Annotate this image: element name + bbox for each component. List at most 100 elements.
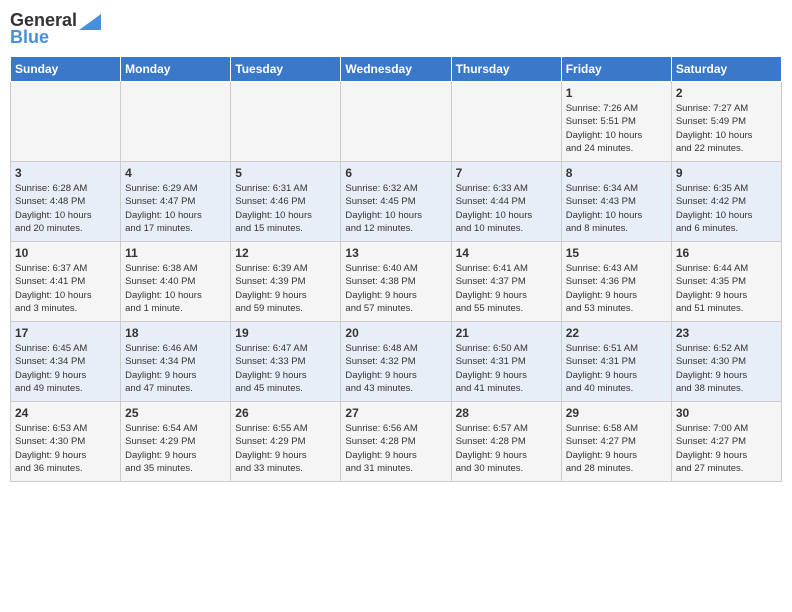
day-number: 2 bbox=[676, 86, 777, 100]
day-info: Sunrise: 6:41 AM Sunset: 4:37 PM Dayligh… bbox=[456, 262, 557, 315]
day-number: 14 bbox=[456, 246, 557, 260]
day-cell: 15 Sunrise: 6:43 AM Sunset: 4:36 PM Dayli… bbox=[561, 242, 671, 322]
day-info: Sunrise: 6:33 AM Sunset: 4:44 PM Dayligh… bbox=[456, 182, 557, 235]
day-number: 24 bbox=[15, 406, 116, 420]
day-info: Sunrise: 6:48 AM Sunset: 4:32 PM Dayligh… bbox=[345, 342, 446, 395]
day-cell: 9Sunrise: 6:35 AM Sunset: 4:42 PM Daylig… bbox=[671, 162, 781, 242]
day-cell: 18Sunrise: 6:46 AM Sunset: 4:34 PM Dayli… bbox=[121, 322, 231, 402]
day-number: 11 bbox=[125, 246, 226, 260]
day-number: 5 bbox=[235, 166, 336, 180]
day-cell: 6Sunrise: 6:32 AM Sunset: 4:45 PM Daylig… bbox=[341, 162, 451, 242]
day-info: Sunrise: 6:28 AM Sunset: 4:48 PM Dayligh… bbox=[15, 182, 116, 235]
day-number: 22 bbox=[566, 326, 667, 340]
day-number: 25 bbox=[125, 406, 226, 420]
day-cell: 24 Sunrise: 6:53 AM Sunset: 4:30 PM Dayli… bbox=[11, 402, 121, 482]
day-cell: 7 Sunrise: 6:33 AM Sunset: 4:44 PM Daylig… bbox=[451, 162, 561, 242]
day-cell: 25Sunrise: 6:54 AM Sunset: 4:29 PM Dayli… bbox=[121, 402, 231, 482]
day-number: 21 bbox=[456, 326, 557, 340]
day-cell: 10 Sunrise: 6:37 AM Sunset: 4:41 PM Dayli… bbox=[11, 242, 121, 322]
day-cell: 11 Sunrise: 6:38 AM Sunset: 4:40 PM Dayli… bbox=[121, 242, 231, 322]
page-header: General Blue bbox=[10, 10, 782, 48]
logo-icon bbox=[79, 14, 101, 30]
day-info: Sunrise: 6:58 AM Sunset: 4:27 PM Dayligh… bbox=[566, 422, 667, 475]
day-cell: 20 Sunrise: 6:48 AM Sunset: 4:32 PM Dayli… bbox=[341, 322, 451, 402]
day-info: Sunrise: 7:00 AM Sunset: 4:27 PM Dayligh… bbox=[676, 422, 777, 475]
day-cell: 29 Sunrise: 6:58 AM Sunset: 4:27 PM Dayli… bbox=[561, 402, 671, 482]
day-info: Sunrise: 6:31 AM Sunset: 4:46 PM Dayligh… bbox=[235, 182, 336, 235]
day-number: 15 bbox=[566, 246, 667, 260]
day-cell: 19 Sunrise: 6:47 AM Sunset: 4:33 PM Dayli… bbox=[231, 322, 341, 402]
day-info: Sunrise: 6:34 AM Sunset: 4:43 PM Dayligh… bbox=[566, 182, 667, 235]
header-sunday: Sunday bbox=[11, 57, 121, 82]
header-tuesday: Tuesday bbox=[231, 57, 341, 82]
day-number: 20 bbox=[345, 326, 446, 340]
day-number: 13 bbox=[345, 246, 446, 260]
day-cell: 4 Sunrise: 6:29 AM Sunset: 4:47 PM Daylig… bbox=[121, 162, 231, 242]
day-info: Sunrise: 6:40 AM Sunset: 4:38 PM Dayligh… bbox=[345, 262, 446, 315]
week-row-5: 24 Sunrise: 6:53 AM Sunset: 4:30 PM Dayli… bbox=[11, 402, 782, 482]
day-number: 4 bbox=[125, 166, 226, 180]
day-number: 10 bbox=[15, 246, 116, 260]
day-number: 29 bbox=[566, 406, 667, 420]
header-monday: Monday bbox=[121, 57, 231, 82]
day-info: Sunrise: 6:57 AM Sunset: 4:28 PM Dayligh… bbox=[456, 422, 557, 475]
week-row-2: 3 Sunrise: 6:28 AM Sunset: 4:48 PM Daylig… bbox=[11, 162, 782, 242]
logo: General Blue bbox=[10, 10, 101, 48]
day-cell bbox=[11, 82, 121, 162]
day-number: 19 bbox=[235, 326, 336, 340]
calendar-table: SundayMondayTuesdayWednesdayThursdayFrid… bbox=[10, 56, 782, 482]
day-cell: 28 Sunrise: 6:57 AM Sunset: 4:28 PM Dayli… bbox=[451, 402, 561, 482]
day-cell: 13 Sunrise: 6:40 AM Sunset: 4:38 PM Dayli… bbox=[341, 242, 451, 322]
day-cell bbox=[121, 82, 231, 162]
day-cell: 26 Sunrise: 6:55 AM Sunset: 4:29 PM Dayli… bbox=[231, 402, 341, 482]
day-cell: 1 Sunrise: 7:26 AM Sunset: 5:51 PM Daylig… bbox=[561, 82, 671, 162]
day-cell: 2Sunrise: 7:27 AM Sunset: 5:49 PM Daylig… bbox=[671, 82, 781, 162]
day-cell: 5 Sunrise: 6:31 AM Sunset: 4:46 PM Daylig… bbox=[231, 162, 341, 242]
day-info: Sunrise: 6:37 AM Sunset: 4:41 PM Dayligh… bbox=[15, 262, 116, 315]
week-row-1: 1 Sunrise: 7:26 AM Sunset: 5:51 PM Daylig… bbox=[11, 82, 782, 162]
day-cell: 12Sunrise: 6:39 AM Sunset: 4:39 PM Dayli… bbox=[231, 242, 341, 322]
week-row-3: 10 Sunrise: 6:37 AM Sunset: 4:41 PM Dayli… bbox=[11, 242, 782, 322]
day-cell: 22 Sunrise: 6:51 AM Sunset: 4:31 PM Dayli… bbox=[561, 322, 671, 402]
header-saturday: Saturday bbox=[671, 57, 781, 82]
day-info: Sunrise: 6:46 AM Sunset: 4:34 PM Dayligh… bbox=[125, 342, 226, 395]
day-info: Sunrise: 6:47 AM Sunset: 4:33 PM Dayligh… bbox=[235, 342, 336, 395]
day-number: 16 bbox=[676, 246, 777, 260]
day-number: 23 bbox=[676, 326, 777, 340]
day-cell: 16 Sunrise: 6:44 AM Sunset: 4:35 PM Dayli… bbox=[671, 242, 781, 322]
day-cell: 3 Sunrise: 6:28 AM Sunset: 4:48 PM Daylig… bbox=[11, 162, 121, 242]
day-cell bbox=[341, 82, 451, 162]
day-info: Sunrise: 6:53 AM Sunset: 4:30 PM Dayligh… bbox=[15, 422, 116, 475]
day-cell: 30Sunrise: 7:00 AM Sunset: 4:27 PM Dayli… bbox=[671, 402, 781, 482]
day-info: Sunrise: 6:38 AM Sunset: 4:40 PM Dayligh… bbox=[125, 262, 226, 315]
day-cell bbox=[231, 82, 341, 162]
day-number: 3 bbox=[15, 166, 116, 180]
day-number: 28 bbox=[456, 406, 557, 420]
day-number: 8 bbox=[566, 166, 667, 180]
day-cell: 14 Sunrise: 6:41 AM Sunset: 4:37 PM Dayli… bbox=[451, 242, 561, 322]
day-number: 1 bbox=[566, 86, 667, 100]
day-info: Sunrise: 6:51 AM Sunset: 4:31 PM Dayligh… bbox=[566, 342, 667, 395]
header-wednesday: Wednesday bbox=[341, 57, 451, 82]
header-thursday: Thursday bbox=[451, 57, 561, 82]
day-cell: 23 Sunrise: 6:52 AM Sunset: 4:30 PM Dayli… bbox=[671, 322, 781, 402]
day-info: Sunrise: 6:43 AM Sunset: 4:36 PM Dayligh… bbox=[566, 262, 667, 315]
day-info: Sunrise: 6:45 AM Sunset: 4:34 PM Dayligh… bbox=[15, 342, 116, 395]
day-info: Sunrise: 7:26 AM Sunset: 5:51 PM Dayligh… bbox=[566, 102, 667, 155]
day-cell: 8 Sunrise: 6:34 AM Sunset: 4:43 PM Daylig… bbox=[561, 162, 671, 242]
day-info: Sunrise: 6:44 AM Sunset: 4:35 PM Dayligh… bbox=[676, 262, 777, 315]
day-number: 26 bbox=[235, 406, 336, 420]
header-row: SundayMondayTuesdayWednesdayThursdayFrid… bbox=[11, 57, 782, 82]
day-info: Sunrise: 6:29 AM Sunset: 4:47 PM Dayligh… bbox=[125, 182, 226, 235]
day-info: Sunrise: 6:50 AM Sunset: 4:31 PM Dayligh… bbox=[456, 342, 557, 395]
day-cell: 21 Sunrise: 6:50 AM Sunset: 4:31 PM Dayli… bbox=[451, 322, 561, 402]
day-cell bbox=[451, 82, 561, 162]
day-number: 17 bbox=[15, 326, 116, 340]
day-number: 6 bbox=[345, 166, 446, 180]
day-cell: 17 Sunrise: 6:45 AM Sunset: 4:34 PM Dayli… bbox=[11, 322, 121, 402]
day-info: Sunrise: 6:52 AM Sunset: 4:30 PM Dayligh… bbox=[676, 342, 777, 395]
day-cell: 27Sunrise: 6:56 AM Sunset: 4:28 PM Dayli… bbox=[341, 402, 451, 482]
day-number: 12 bbox=[235, 246, 336, 260]
day-info: Sunrise: 6:55 AM Sunset: 4:29 PM Dayligh… bbox=[235, 422, 336, 475]
day-number: 7 bbox=[456, 166, 557, 180]
